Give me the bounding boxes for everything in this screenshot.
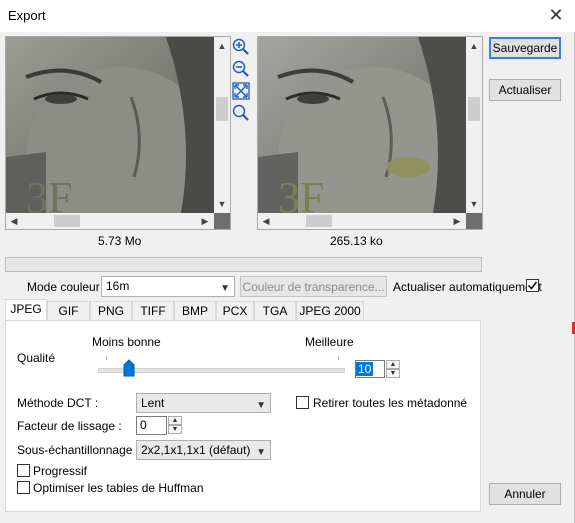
- original-horizontal-scrollbar[interactable]: ◀ ▶: [6, 213, 214, 229]
- chevron-down-icon: ▼: [256, 400, 266, 411]
- strip-metadata-checkbox[interactable]: [296, 396, 309, 409]
- export-vertical-scrollbar[interactable]: ▲ ▼: [466, 37, 482, 213]
- zoom-in-icon[interactable]: [232, 38, 250, 56]
- scroll-right-icon[interactable]: ▶: [450, 214, 464, 228]
- quality-value: 10: [356, 362, 374, 376]
- magnifier-icon[interactable]: [232, 104, 250, 122]
- spin-down-icon[interactable]: ▼: [168, 425, 182, 434]
- optimize-huffman-label: Optimiser les tables de Huffman: [33, 481, 204, 495]
- tab-gif[interactable]: GIF: [47, 301, 90, 321]
- dct-method-select[interactable]: Lent ▼: [136, 393, 271, 413]
- export-preview[interactable]: 3F ▲ ▼ ◀ ▶: [257, 36, 483, 230]
- color-mode-value: 16m: [106, 279, 130, 293]
- chevron-down-icon: ▼: [256, 447, 266, 458]
- tab-pcx[interactable]: PCX: [216, 301, 254, 321]
- dct-method-label: Méthode DCT :: [17, 396, 99, 410]
- subsampling-value: 2x2,1x1,1x1 (défaut): [141, 443, 251, 457]
- tab-png[interactable]: PNG: [90, 301, 132, 321]
- scrollbar-thumb[interactable]: [306, 215, 332, 227]
- svg-text:3F: 3F: [26, 173, 72, 213]
- tab-tiff[interactable]: TIFF: [132, 301, 174, 321]
- close-icon[interactable]: ✕: [546, 5, 566, 25]
- spin-down-icon[interactable]: ▼: [386, 369, 400, 378]
- smoothing-spinbox[interactable]: 0: [136, 416, 167, 435]
- cancel-button[interactable]: Annuler: [489, 483, 561, 505]
- original-preview[interactable]: 3F ▲ ▼ ◀ ▶: [5, 36, 231, 230]
- scrollbar-thumb[interactable]: [468, 97, 480, 121]
- auto-refresh-checkbox[interactable]: [526, 279, 539, 292]
- quality-low-label: Moins bonne: [92, 335, 161, 349]
- checkmark-icon: [527, 281, 538, 290]
- original-image: 3F: [6, 37, 214, 213]
- export-horizontal-scrollbar[interactable]: ◀ ▶: [258, 213, 466, 229]
- chevron-down-icon: ▼: [220, 283, 230, 294]
- dct-method-value: Lent: [141, 396, 165, 410]
- quality-spinbox[interactable]: 10: [355, 360, 385, 378]
- slider-thumb[interactable]: [123, 359, 135, 377]
- scroll-left-icon[interactable]: ◀: [259, 214, 273, 228]
- original-size: 5.73 Mo: [98, 234, 142, 248]
- color-mode-select[interactable]: 16m ▼: [101, 276, 235, 297]
- export-size: 265.13 ko: [330, 234, 383, 248]
- save-button[interactable]: Sauvegarde: [489, 37, 561, 59]
- scroll-down-icon[interactable]: ▼: [467, 197, 481, 211]
- smoothing-value: 0: [140, 418, 147, 432]
- subsampling-select[interactable]: 2x2,1x1,1x1 (défaut) ▼: [136, 440, 271, 460]
- export-image: 3F: [258, 37, 466, 213]
- scroll-up-icon[interactable]: ▲: [215, 39, 229, 53]
- auto-refresh-label: Actualiser automatiquement: [393, 280, 542, 294]
- tab-bmp[interactable]: BMP: [174, 301, 216, 321]
- color-mode-label: Mode couleur :: [27, 280, 107, 294]
- zoom-out-icon[interactable]: [232, 60, 250, 78]
- quality-label: Qualité: [17, 351, 56, 365]
- scroll-down-icon[interactable]: ▼: [215, 197, 229, 211]
- progressive-label: Progressif: [33, 464, 88, 478]
- tab-jpeg[interactable]: JPEG: [5, 299, 47, 321]
- smoothing-label: Facteur de lissage :: [17, 419, 122, 433]
- transparency-color-button[interactable]: Couleur de transparence...: [240, 276, 387, 297]
- window-title: Export: [8, 8, 46, 23]
- scrollbar-thumb[interactable]: [216, 97, 228, 121]
- spin-up-icon[interactable]: ▲: [168, 416, 182, 425]
- progress-bar: [5, 257, 482, 272]
- original-vertical-scrollbar[interactable]: ▲ ▼: [214, 37, 230, 213]
- scroll-left-icon[interactable]: ◀: [7, 214, 21, 228]
- scrollbar-thumb[interactable]: [54, 215, 80, 227]
- slider-tick-min: [106, 356, 107, 360]
- refresh-button[interactable]: Actualiser: [489, 79, 561, 101]
- strip-metadata-label: Retirer toutes les métadonné: [313, 396, 468, 410]
- spin-up-icon[interactable]: ▲: [386, 360, 400, 369]
- quality-slider[interactable]: [98, 355, 345, 379]
- progressive-checkbox[interactable]: [17, 464, 30, 477]
- scroll-up-icon[interactable]: ▲: [467, 39, 481, 53]
- subsampling-label: Sous-échantillonnage :: [17, 443, 140, 457]
- title-bar: Export ✕: [0, 0, 575, 32]
- scroll-right-icon[interactable]: ▶: [198, 214, 212, 228]
- optimize-huffman-checkbox[interactable]: [17, 481, 30, 494]
- fit-icon[interactable]: [232, 82, 250, 100]
- svg-text:3F: 3F: [278, 173, 324, 213]
- slider-tick-max: [338, 356, 339, 360]
- quality-high-label: Meilleure: [305, 335, 354, 349]
- tab-jpeg-2000[interactable]: JPEG 2000: [296, 301, 364, 321]
- tab-tga[interactable]: TGA: [254, 301, 296, 321]
